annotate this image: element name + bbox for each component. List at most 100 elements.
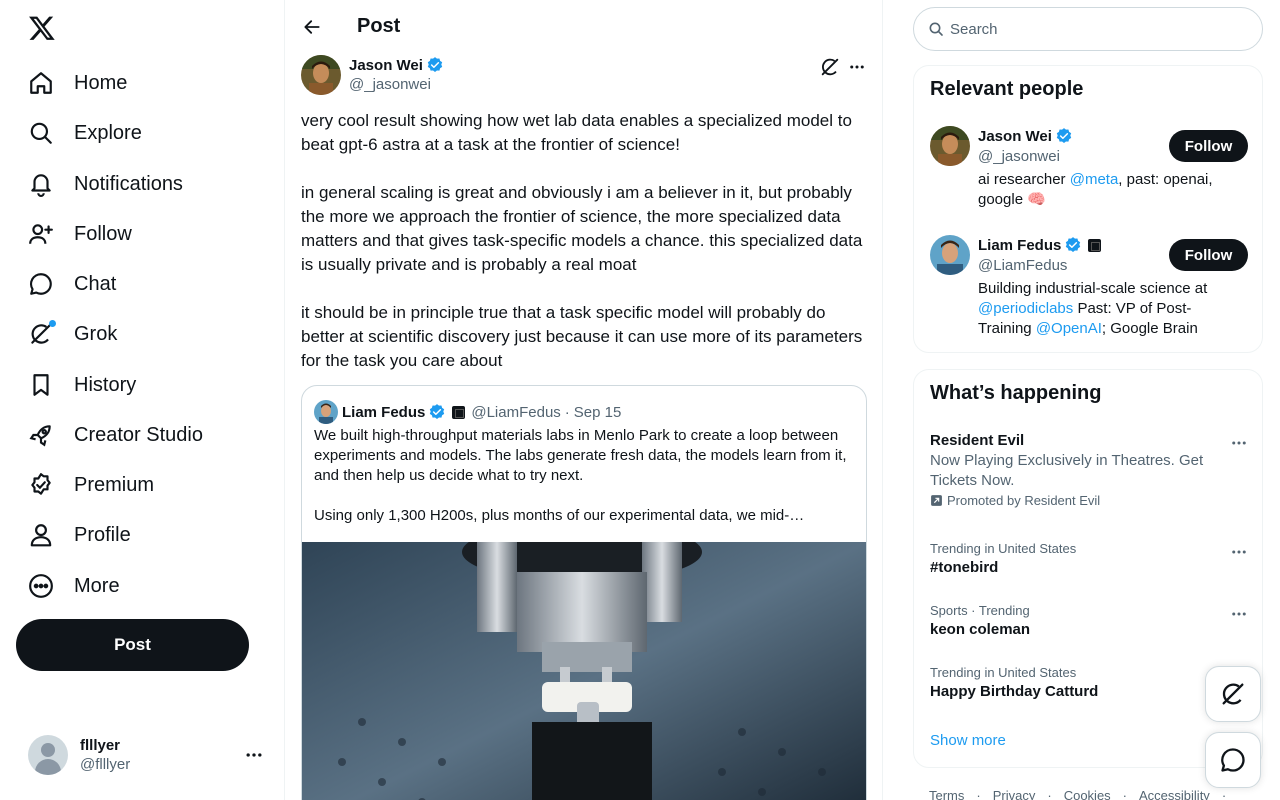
nav-item-chat[interactable]: Chat	[28, 264, 116, 304]
more-horizontal-icon[interactable]	[1230, 543, 1248, 561]
follow-button[interactable]: Follow	[1169, 239, 1248, 271]
grok-floating-button[interactable]	[1205, 666, 1261, 722]
show-more-link[interactable]: Show more	[930, 732, 1006, 749]
nav-item-history[interactable]: History	[28, 365, 136, 405]
post-paragraph: in general scaling is great and obviousl…	[301, 183, 863, 274]
person-name-text: Jason Wei	[978, 127, 1052, 145]
bio-text: ; Google Brain	[1101, 320, 1198, 337]
nav-label-home: Home	[74, 71, 128, 94]
quoted-post[interactable]: Liam Fedus @LiamFedus · Sep 15 We built …	[301, 385, 867, 800]
mention-link[interactable]: @OpenAI	[1036, 320, 1102, 337]
quoted-author-name: Liam Fedus	[342, 403, 426, 421]
nav-item-notifications[interactable]: Notifications	[28, 164, 183, 204]
nav-item-grok[interactable]: Grok	[28, 314, 117, 354]
promoted-trend[interactable]: Resident Evil Now Playing Exclusively in…	[930, 432, 1248, 508]
home-icon	[28, 70, 54, 96]
trend-item[interactable]: Sports · Trending keon coleman	[930, 603, 1248, 638]
search-bar[interactable]	[913, 7, 1263, 51]
verified-icon	[430, 404, 445, 419]
post-more-button[interactable]	[845, 56, 869, 78]
person-name[interactable]: Liam Fedus	[978, 236, 1102, 254]
search-input[interactable]	[950, 20, 1230, 38]
person-name[interactable]: Jason Wei	[978, 127, 1073, 145]
trend-item[interactable]: Trending in United States #tonebird	[930, 541, 1248, 576]
author-name-text: Jason Wei	[349, 56, 423, 74]
footer-link-terms[interactable]: Terms	[929, 788, 964, 800]
footer-link-accessibility[interactable]: Accessibility	[1139, 788, 1210, 800]
verified-badge-icon	[28, 472, 54, 498]
chat-floating-button[interactable]	[1205, 732, 1261, 788]
nav-item-follow[interactable]: Follow	[28, 214, 132, 254]
trend-name: #tonebird	[930, 559, 999, 576]
mention-link[interactable]: @periodiclabs	[978, 300, 1073, 317]
person-bio: ai researcher @meta, past: openai, googl…	[978, 170, 1228, 210]
quoted-post-text: We built high-throughput materials labs …	[314, 426, 854, 546]
nav-label-grok: Grok	[74, 322, 118, 345]
footer-link-privacy[interactable]: Privacy	[993, 788, 1036, 800]
x-logo-icon[interactable]	[28, 14, 56, 42]
author-name[interactable]: Jason Wei	[349, 56, 444, 74]
promo-title: Resident Evil	[930, 432, 1025, 449]
nav-label-follow: Follow	[74, 222, 132, 245]
follow-button[interactable]: Follow	[1169, 130, 1248, 162]
trend-context: Sports · Trending	[930, 603, 1030, 618]
compose-post-button[interactable]: Post	[16, 619, 249, 671]
footer-link-cookies[interactable]: Cookies	[1064, 788, 1111, 800]
avatar	[28, 735, 68, 775]
nav-label-explore: Explore	[74, 121, 142, 144]
grok-icon[interactable]	[819, 56, 841, 78]
person-handle: @_jasonwei	[978, 148, 1060, 165]
affiliate-badge-icon	[1088, 238, 1102, 252]
bell-icon	[28, 171, 54, 197]
more-horizontal-icon[interactable]	[1230, 434, 1248, 452]
account-switcher[interactable]: flllyer @flllyer	[28, 735, 268, 775]
nav-item-profile[interactable]: Profile	[28, 515, 131, 555]
grok-icon	[28, 320, 56, 347]
nav-label-history: History	[74, 373, 137, 396]
person-add-icon	[28, 221, 54, 247]
author-handle[interactable]: @_jasonwei	[349, 76, 431, 93]
mention-link[interactable]: @meta	[1070, 171, 1119, 188]
nav-label-creator-studio: Creator Studio	[74, 423, 203, 446]
nav-item-home[interactable]: Home	[28, 63, 127, 103]
nav-item-creator-studio[interactable]: Creator Studio	[28, 415, 203, 455]
person-handle: @LiamFedus	[978, 257, 1068, 274]
search-icon	[28, 120, 54, 146]
more-horizontal-icon[interactable]	[244, 745, 264, 765]
trend-context: Trending in United States	[930, 541, 1077, 556]
verified-icon	[1066, 237, 1081, 252]
bookmark-icon	[28, 372, 54, 398]
more-circle-icon	[28, 573, 54, 599]
chat-icon	[28, 271, 54, 297]
post-detail-column: Post Jason Wei @_jasonwei very cool resu…	[284, 0, 883, 800]
avatar[interactable]	[930, 126, 970, 166]
rocket-icon	[28, 422, 54, 448]
nav-label-more: More	[74, 574, 120, 597]
more-horizontal-icon	[850, 65, 864, 69]
quoted-post-date: Sep 15	[573, 403, 622, 421]
nav-item-more[interactable]: More	[28, 566, 120, 606]
quoted-post-header: Liam Fedus @LiamFedus · Sep 15	[314, 400, 621, 424]
back-button[interactable]	[299, 14, 325, 40]
nav-label-chat: Chat	[74, 272, 117, 295]
grok-icon	[1222, 683, 1244, 705]
trend-name: keon coleman	[930, 621, 1031, 638]
nav-item-premium[interactable]: Premium	[28, 465, 154, 505]
quoted-paragraph: We built high-throughput materials labs …	[314, 427, 847, 484]
trend-item[interactable]: Trending in United States Happy Birthday…	[930, 665, 1248, 700]
quoted-post-image[interactable]	[302, 542, 867, 800]
post-paragraph: very cool result showing how wet lab dat…	[301, 111, 852, 154]
person-name-text: Liam Fedus	[978, 236, 1062, 254]
author-avatar[interactable]	[301, 55, 341, 95]
nav-item-explore[interactable]: Explore	[28, 113, 142, 153]
footer-links: Terms · Privacy · Cookies · Accessibility ·	[929, 788, 1238, 800]
more-horizontal-icon[interactable]	[1230, 605, 1248, 623]
quoted-author-avatar	[314, 400, 338, 424]
promoted-by-text: Promoted by Resident Evil	[947, 493, 1101, 508]
post-text: very cool result showing how wet lab dat…	[301, 109, 869, 397]
chat-icon	[1221, 748, 1245, 772]
arrow-left-icon	[304, 20, 320, 34]
affiliate-badge-icon	[452, 405, 466, 419]
avatar[interactable]	[930, 235, 970, 275]
account-name: flllyer	[80, 737, 121, 754]
